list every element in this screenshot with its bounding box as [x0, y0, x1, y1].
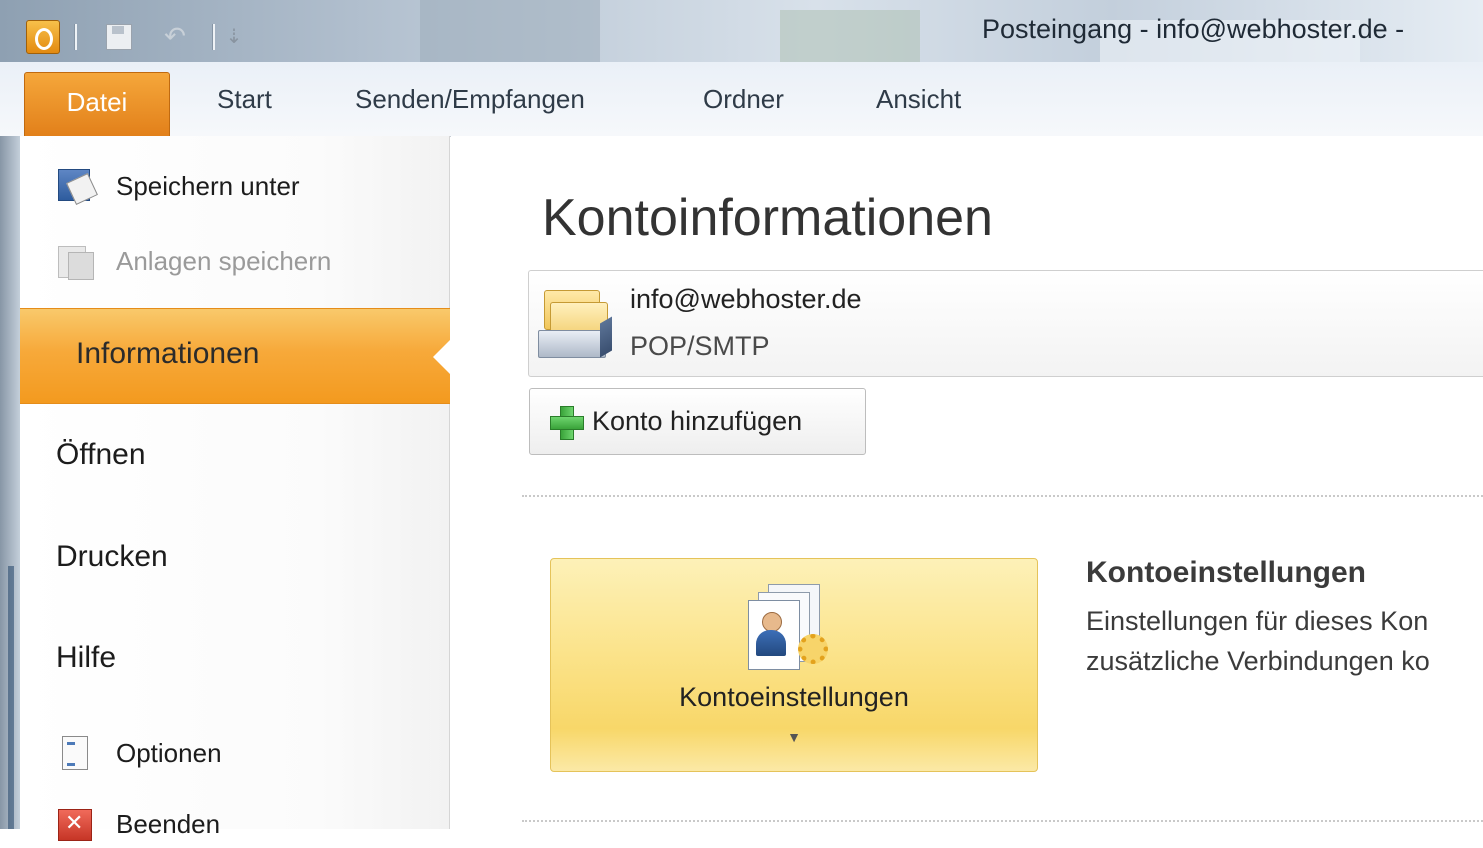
account-settings-heading: Kontoeinstellungen	[1086, 556, 1366, 589]
save-as-label: Speichern unter	[116, 170, 300, 201]
window-frame	[0, 136, 20, 829]
quick-access-separator	[212, 24, 215, 50]
account-settings-icon	[746, 584, 838, 670]
account-settings-description: zusätzliche Verbindungen ko	[1086, 646, 1430, 676]
account-settings-button-label: Kontoeinstellungen	[679, 682, 909, 712]
account-type: POP/SMTP	[630, 331, 770, 361]
exit-icon	[56, 805, 94, 843]
section-divider	[522, 495, 1483, 497]
options-icon	[56, 734, 94, 772]
nav-tab-oeffnen[interactable]: Öffnen	[56, 438, 146, 472]
nav-tab-drucken[interactable]: Drucken	[56, 540, 168, 574]
add-account-button[interactable]: Konto hinzufügen	[529, 388, 866, 455]
window-title: Posteingang - info@webhoster.de -	[982, 14, 1405, 44]
account-settings-description: Einstellungen für dieses Kon	[1086, 606, 1429, 636]
page-title: Kontoinformationen	[542, 189, 993, 247]
save-attachments-label: Anlagen speichern	[116, 245, 332, 276]
plus-icon	[548, 404, 584, 440]
exit-command[interactable]: Beenden	[56, 800, 220, 848]
tab-ansicht[interactable]: Ansicht	[876, 84, 961, 115]
nav-tab-label: Informationen	[76, 337, 260, 370]
nav-tab-hilfe[interactable]: Hilfe	[56, 641, 116, 675]
save-attachments-command[interactable]: Anlagen speichern	[56, 237, 331, 285]
nav-tab-informationen[interactable]: Informationen	[20, 308, 451, 404]
account-email: info@webhoster.de	[630, 284, 862, 314]
background-blur	[780, 10, 920, 62]
quick-access-separator	[74, 24, 77, 50]
options-label: Optionen	[116, 737, 222, 768]
quick-save-icon[interactable]	[104, 22, 134, 52]
outlook-app-icon[interactable]	[26, 20, 60, 54]
tab-ordner[interactable]: Ordner	[703, 84, 784, 115]
customize-quick-access-icon[interactable]: ⇣	[224, 24, 244, 52]
undo-icon[interactable]: ↶	[158, 20, 192, 52]
add-account-label: Konto hinzufügen	[592, 406, 803, 436]
save-as-icon	[56, 167, 94, 205]
tab-datei[interactable]: Datei	[24, 72, 170, 136]
options-command[interactable]: Optionen	[56, 729, 222, 777]
save-attachments-icon	[56, 242, 94, 280]
chevron-down-icon: ▼	[787, 729, 801, 745]
tab-senden-empfangen[interactable]: Senden/Empfangen	[355, 84, 585, 115]
section-divider	[522, 820, 1483, 822]
background-blur	[420, 0, 600, 62]
tab-start[interactable]: Start	[217, 84, 272, 115]
exit-label: Beenden	[116, 808, 221, 839]
account-folder-icon	[536, 286, 614, 360]
save-as-command[interactable]: Speichern unter	[56, 162, 300, 210]
selection-notch	[433, 339, 451, 375]
